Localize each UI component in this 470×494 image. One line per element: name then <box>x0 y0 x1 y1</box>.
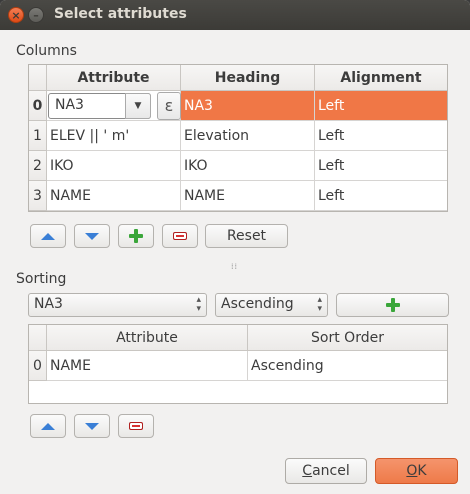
sort-move-down-button[interactable] <box>74 414 110 438</box>
sort-order-cell[interactable]: Ascending <box>248 351 447 381</box>
chevron-updown-icon: ▴ ▾ <box>317 295 322 314</box>
reset-button[interactable]: Reset <box>205 224 288 248</box>
corner-header <box>29 325 47 351</box>
heading-cell[interactable]: IKO <box>181 151 315 181</box>
corner-header <box>29 65 47 91</box>
remove-column-button[interactable] <box>162 224 198 248</box>
minimize-icon[interactable]: – <box>28 7 44 23</box>
attribute-cell[interactable]: NAME <box>47 181 181 211</box>
sort-field-combo[interactable]: NA3 ▴ ▾ <box>28 293 207 317</box>
attribute-cell[interactable]: IKO <box>47 151 181 181</box>
sort-field-value: NA3 <box>34 296 63 312</box>
row-number[interactable]: 2 <box>29 151 47 181</box>
columns-table: Attribute Heading Alignment 0 NA3 ▼ ε NA… <box>28 64 448 212</box>
remove-icon <box>173 232 187 240</box>
chevron-updown-icon: ▴ ▾ <box>196 295 201 314</box>
add-icon <box>129 229 143 243</box>
sort-attribute-cell[interactable]: NAME <box>47 351 248 381</box>
sort-order-value: Ascending <box>221 296 294 312</box>
move-down-button[interactable] <box>74 224 110 248</box>
reset-label: Reset <box>226 228 267 244</box>
move-up-button[interactable] <box>30 224 66 248</box>
move-down-icon <box>85 233 99 240</box>
column-header-heading[interactable]: Heading <box>181 65 315 91</box>
cancel-button[interactable]: Cancel <box>285 458 367 484</box>
sort-remove-button[interactable] <box>118 414 154 438</box>
alignment-cell[interactable]: Left <box>315 121 447 151</box>
expression-icon[interactable]: ε <box>157 92 181 120</box>
move-down-icon <box>85 423 99 430</box>
row-number[interactable]: 3 <box>29 181 47 211</box>
row-number[interactable]: 0 <box>29 351 47 381</box>
remove-icon <box>129 422 143 430</box>
row-number[interactable]: 1 <box>29 121 47 151</box>
move-up-icon <box>41 233 55 240</box>
heading-cell[interactable]: NAME <box>181 181 315 211</box>
column-header-attribute[interactable]: Attribute <box>47 65 181 91</box>
alignment-cell[interactable]: Left <box>315 151 447 181</box>
close-icon[interactable]: × <box>8 7 24 23</box>
sorting-label: Sorting <box>16 271 67 287</box>
sort-header-attribute[interactable]: Attribute <box>47 325 248 351</box>
column-header-alignment[interactable]: Alignment <box>315 65 447 91</box>
heading-cell[interactable]: Elevation <box>181 121 315 151</box>
sort-header-order[interactable]: Sort Order <box>248 325 447 351</box>
columns-label: Columns <box>16 43 77 59</box>
title-bar: × – Select attributes <box>0 0 470 30</box>
window-title: Select attributes <box>54 6 187 22</box>
attribute-cell[interactable]: ELEV || ' m' <box>47 121 181 151</box>
sort-order-combo[interactable]: Ascending ▴ ▾ <box>215 293 328 317</box>
attribute-combo-value: NA3 <box>55 97 84 113</box>
ok-button[interactable]: OK <box>375 458 458 484</box>
sorting-table: Attribute Sort Order 0 NAME Ascending <box>28 324 448 404</box>
splitter-handle[interactable]: ⁞⁞ <box>231 262 238 271</box>
alignment-cell[interactable]: Left <box>315 91 447 121</box>
sort-move-up-button[interactable] <box>30 414 66 438</box>
add-sort-button[interactable] <box>336 293 449 317</box>
alignment-cell[interactable]: Left <box>315 181 447 211</box>
move-up-icon <box>41 423 55 430</box>
row-number[interactable]: 0 <box>29 91 47 121</box>
chevron-down-icon[interactable]: ▼ <box>125 93 151 119</box>
select-attributes-dialog: × – Select attributes Columns Attribute … <box>0 0 470 494</box>
heading-cell[interactable]: NA3 <box>181 91 315 121</box>
add-column-button[interactable] <box>118 224 154 248</box>
add-icon <box>385 298 400 312</box>
